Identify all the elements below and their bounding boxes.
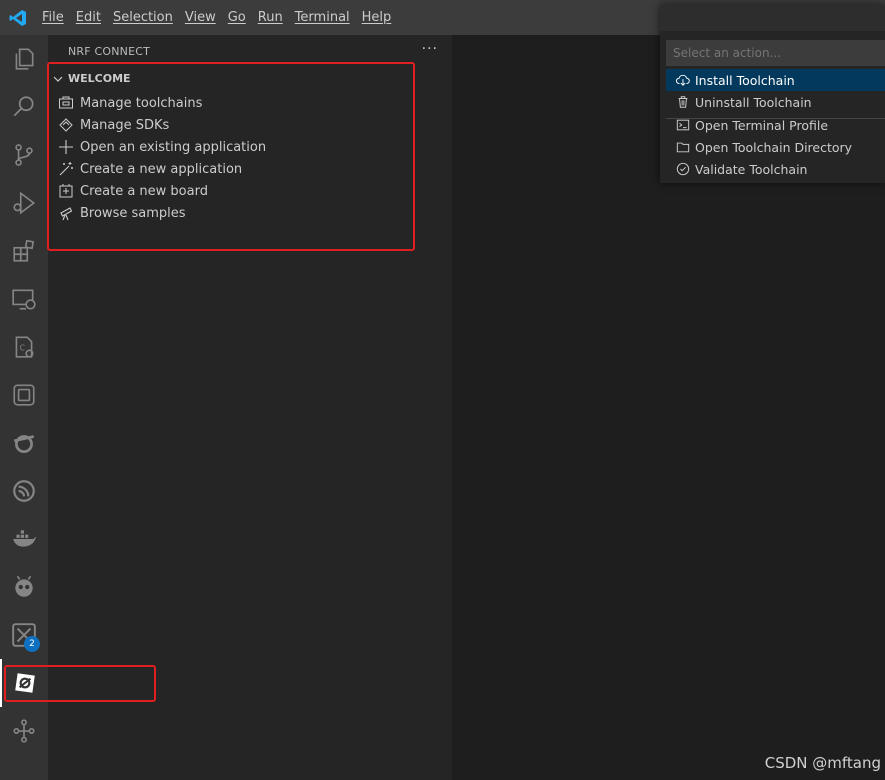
activity-search[interactable] (0, 83, 48, 131)
activity-openshift[interactable] (0, 419, 48, 467)
notification-badge: 2 (24, 636, 40, 652)
activity-extensions[interactable] (0, 227, 48, 275)
activity-chip[interactable] (0, 371, 48, 419)
chip-icon (13, 384, 35, 406)
openshift-icon (13, 435, 35, 454)
menu-file[interactable]: File (36, 0, 70, 35)
explorer-icon (15, 48, 34, 70)
folder-icon (676, 142, 690, 153)
cloud-download-icon (676, 74, 690, 86)
open-toolchain-directory-label: Open Toolchain Directory (695, 139, 853, 155)
remote-explorer-icon (12, 289, 36, 310)
welcome-highlight-box (47, 62, 415, 251)
activity-remote-explorer[interactable] (0, 275, 48, 323)
sidebar-title: NRF CONNECT (68, 45, 151, 58)
nrf-icon-highlight-box (4, 665, 156, 702)
docker-icon (13, 530, 36, 547)
install-toolchain-item[interactable]: Install Toolchain (666, 69, 885, 91)
menu-help[interactable]: Help (356, 0, 398, 35)
menu-view[interactable]: View (179, 0, 222, 35)
extensions-icon (13, 239, 35, 262)
quick-pick-title (660, 5, 885, 31)
activity-cmake[interactable]: C (0, 323, 48, 371)
open-terminal-profile-label: Open Terminal Profile (695, 117, 829, 133)
check-circle-icon (676, 162, 690, 176)
watermark: CSDN @mftang (764, 754, 881, 772)
platformio-icon (15, 575, 33, 597)
activity-source-control[interactable] (0, 131, 48, 179)
more-actions-button[interactable]: ··· (422, 41, 438, 57)
source-control-icon (15, 144, 33, 166)
open-toolchain-directory-item[interactable]: Open Toolchain Directory (666, 136, 885, 158)
uninstall-toolchain-label: Uninstall Toolchain (695, 94, 812, 110)
cmake-icon: C (15, 336, 34, 358)
install-toolchain-label: Install Toolchain (695, 72, 795, 88)
validate-toolchain-item[interactable]: Validate Toolchain (666, 158, 885, 180)
tree-icon (13, 719, 35, 743)
trash-icon (678, 96, 688, 108)
vscode-logo-icon (9, 10, 26, 26)
menu-go[interactable]: Go (222, 0, 252, 35)
quick-pick: Install Toolchain Uninstall Toolchain Op… (660, 5, 885, 183)
activity-explorer[interactable] (0, 35, 48, 83)
menu-selection[interactable]: Selection (107, 0, 179, 35)
open-terminal-profile-item[interactable]: Open Terminal Profile (666, 114, 885, 136)
run-debug-icon (13, 191, 36, 215)
uninstall-toolchain-item[interactable]: Uninstall Toolchain (666, 91, 885, 113)
activity-espressif[interactable] (0, 467, 48, 515)
validate-toolchain-label: Validate Toolchain (695, 161, 808, 177)
activity-run-debug[interactable] (0, 179, 48, 227)
menu-edit[interactable]: Edit (70, 0, 107, 35)
activity-xilinx[interactable]: 2 (0, 611, 48, 659)
menu-bar: File Edit Selection View Go Run Terminal… (36, 0, 397, 35)
quick-pick-input[interactable] (666, 40, 885, 66)
menu-terminal[interactable]: Terminal (289, 0, 356, 35)
search-icon (13, 96, 34, 117)
menu-run[interactable]: Run (252, 0, 289, 35)
terminal-icon (676, 119, 690, 131)
activity-docker[interactable] (0, 515, 48, 563)
svg-text:C: C (20, 343, 25, 352)
activity-tree[interactable] (0, 707, 48, 755)
activity-platformio[interactable] (0, 563, 48, 611)
espressif-icon (13, 480, 35, 502)
